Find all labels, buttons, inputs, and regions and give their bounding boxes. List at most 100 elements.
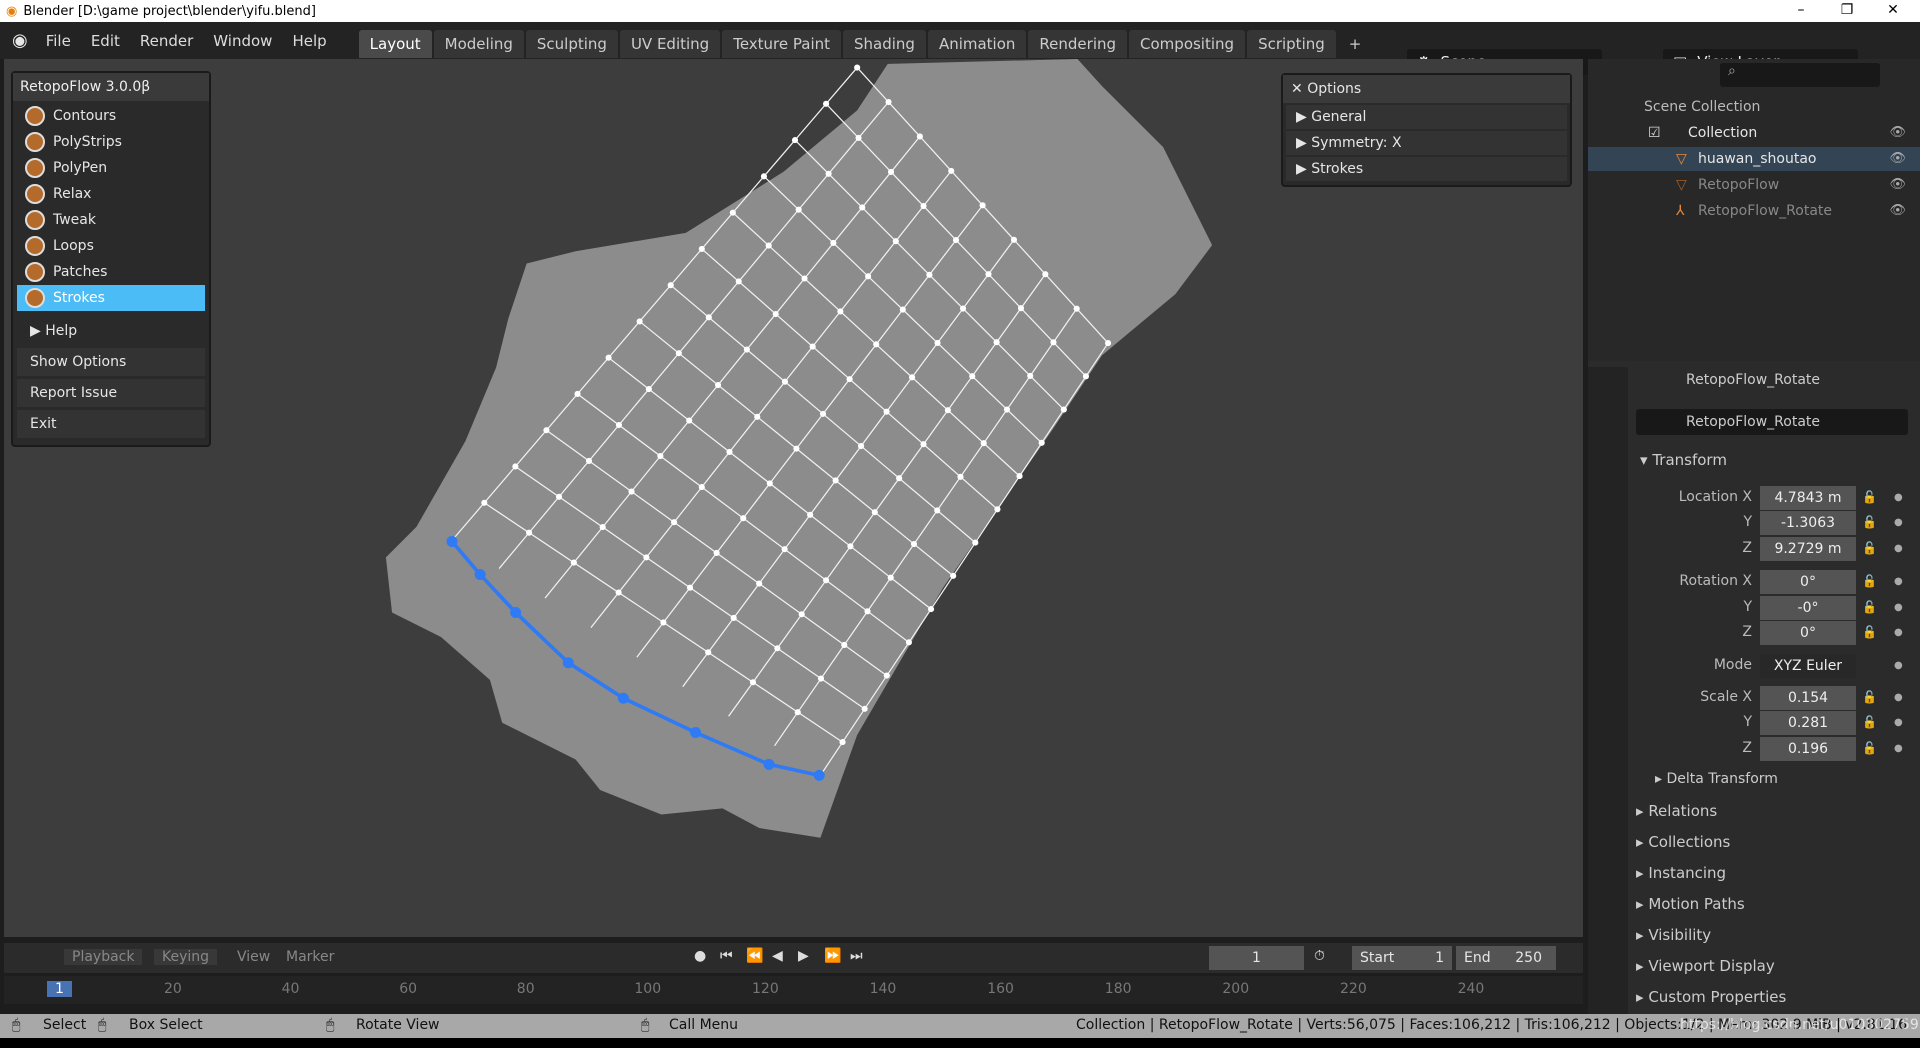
retopo-vertex[interactable] [1038, 439, 1045, 446]
checkbox-icon[interactable]: ☑ [1648, 121, 1661, 145]
retopo-vertex[interactable] [801, 275, 808, 282]
retopo-vertex[interactable] [823, 100, 830, 107]
retopo-vertex[interactable] [908, 374, 916, 381]
tool-contours[interactable]: Contours [17, 103, 205, 129]
section-custom-properties[interactable]: ▸ Custom Properties [1636, 988, 1786, 1006]
retopo-vertex[interactable] [837, 308, 844, 315]
retopo-vertex[interactable] [817, 675, 825, 682]
options-strokes[interactable]: ▶ Strokes [1286, 157, 1567, 181]
retopo-vertex[interactable] [705, 649, 712, 656]
end-frame-field[interactable]: End 250 [1456, 946, 1556, 970]
menu-file[interactable]: File [36, 32, 81, 50]
retopo-vertex[interactable] [698, 484, 705, 491]
retopo-vertex[interactable] [892, 238, 899, 245]
retopo-vertex[interactable] [905, 639, 912, 646]
lock-icon[interactable]: 🔓 [1862, 715, 1877, 729]
jump-end-icon[interactable]: ⏭ [850, 948, 863, 964]
stroke-vertex[interactable] [562, 657, 574, 669]
retopo-vertex[interactable] [1105, 340, 1112, 347]
eye-icon[interactable]: 👁 [1889, 121, 1906, 145]
section-delta-transform[interactable]: ▸ Delta Transform [1655, 771, 1778, 787]
tab-rendering[interactable]: Rendering [1028, 29, 1128, 58]
stroke-vertex[interactable] [474, 569, 486, 581]
retopo-vertex[interactable] [657, 452, 664, 460]
retopo-vertex[interactable] [864, 608, 871, 615]
retopo-vertex[interactable] [570, 559, 577, 566]
retopo-vertex[interactable] [671, 519, 678, 526]
blender-menu-icon[interactable]: ◉ [12, 30, 28, 51]
retopo-vertex[interactable] [705, 314, 712, 321]
retopo-vertex[interactable] [675, 350, 682, 357]
retopo-vertex[interactable] [605, 354, 612, 361]
retopo-vertex[interactable] [873, 341, 880, 348]
rotation-z-field[interactable]: 0° [1760, 621, 1856, 645]
retopo-vertex[interactable] [871, 509, 878, 516]
tab-shading[interactable]: Shading [843, 29, 926, 58]
retopo-vertex[interactable] [643, 554, 650, 561]
retopo-vertex[interactable] [1027, 372, 1034, 379]
retopo-vertex[interactable] [979, 202, 986, 209]
keyframe-dot-icon[interactable]: ● [1894, 543, 1903, 554]
retopo-vertex[interactable] [839, 739, 846, 746]
scene-collection[interactable]: Scene Collection [1588, 95, 1920, 119]
properties-tabs[interactable] [1588, 367, 1628, 1014]
outliner-retopoflow-rotate[interactable]: ⅄ RetopoFlow_Rotate 👁 [1588, 199, 1920, 223]
tab-compositing[interactable]: Compositing [1129, 29, 1246, 58]
retopo-vertex[interactable] [798, 611, 805, 618]
location-y-field[interactable]: -1.3063 [1760, 511, 1856, 535]
tab-uv-editing[interactable]: UV Editing [619, 29, 721, 58]
retopo-vertex[interactable] [926, 271, 933, 278]
section-viewport-display[interactable]: ▸ Viewport Display [1636, 957, 1775, 975]
retopo-vertex[interactable] [993, 339, 1000, 346]
keyframe-dot-icon[interactable]: ● [1894, 743, 1903, 754]
retopo-vertex[interactable] [766, 480, 773, 487]
retopo-vertex[interactable] [957, 473, 964, 480]
retopo-vertex[interactable] [615, 589, 622, 596]
outliner-retopoflow[interactable]: ▽ RetopoFlow 👁 [1588, 173, 1920, 197]
retopo-vertex[interactable] [585, 457, 593, 464]
retopo-vertex[interactable] [920, 202, 927, 210]
retopo-vertex[interactable] [765, 242, 772, 249]
stroke-vertex[interactable] [617, 692, 629, 704]
retopo-vertex[interactable] [823, 577, 830, 584]
3d-viewport[interactable] [4, 59, 1583, 937]
keyframe-dot-icon[interactable]: ● [1894, 627, 1903, 638]
retopo-vertex[interactable] [959, 305, 967, 312]
menu-help[interactable]: Help [282, 32, 336, 50]
lock-icon[interactable]: 🔓 [1862, 741, 1877, 755]
retopo-vertex[interactable] [858, 443, 865, 450]
menu-window[interactable]: Window [203, 32, 282, 50]
retopo-vertex[interactable] [948, 167, 955, 174]
retopo-vertex[interactable] [735, 278, 742, 285]
maximize-button[interactable]: ❐ [1824, 0, 1870, 22]
retopo-vertex[interactable] [1050, 339, 1057, 346]
retopo-vertex[interactable] [686, 584, 694, 591]
retopo-vertex[interactable] [859, 204, 866, 211]
play-reverse-icon[interactable]: ◀ [772, 948, 783, 964]
retopo-vertex[interactable] [885, 98, 892, 106]
retopo-vertex[interactable] [916, 133, 923, 140]
retopo-vertex[interactable] [628, 488, 635, 495]
tab-sculpting[interactable]: Sculpting [525, 29, 618, 58]
retopo-vertex[interactable] [1017, 305, 1025, 312]
retopo-vertex[interactable] [543, 427, 550, 434]
lock-icon[interactable]: 🔓 [1862, 541, 1877, 555]
tab-modeling[interactable]: Modeling [433, 29, 524, 58]
retopo-vertex[interactable] [645, 386, 652, 393]
retopo-vertex[interactable] [754, 413, 761, 420]
keyframe-dot-icon[interactable]: ● [1894, 692, 1903, 703]
retopo-vertex[interactable] [743, 346, 750, 353]
lock-icon[interactable]: 🔓 [1862, 600, 1877, 614]
stroke-vertex[interactable] [813, 769, 825, 781]
clock-icon[interactable]: ⏱ [1314, 948, 1325, 964]
retopo-vertex[interactable] [1073, 305, 1080, 312]
retopo-vertex[interactable] [883, 408, 890, 415]
rotation-x-field[interactable]: 0° [1760, 570, 1856, 594]
tab-layout[interactable]: Layout [358, 29, 432, 58]
timeline-menu-view[interactable]: View [237, 949, 270, 965]
section-relations[interactable]: ▸ Relations [1636, 802, 1717, 820]
retopo-vertex[interactable] [791, 137, 799, 144]
retopo-vertex[interactable] [481, 499, 488, 506]
transform-header[interactable]: ▾ Transform [1640, 451, 1727, 469]
help-toggle[interactable]: ▶ Help [17, 317, 205, 345]
